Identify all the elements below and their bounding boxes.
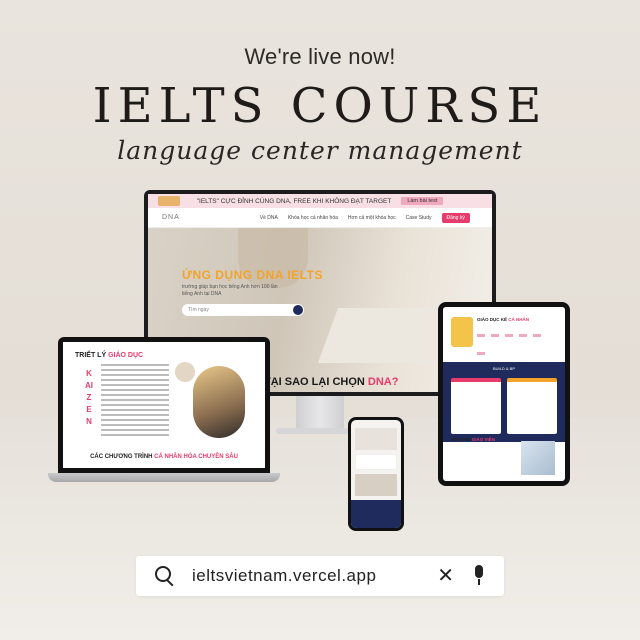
why-prefix: TẠI SAO LẠI CHỌN [264, 376, 368, 388]
tablet-top-prefix: GIÁO DỤC KẾ [477, 317, 509, 322]
page-subtitle: language center management [117, 136, 523, 165]
kaizen-vertical-word: KAIZEN [85, 369, 93, 426]
laptop-meeting-photo [193, 366, 245, 438]
laptop-programs-heading: CÁC CHƯƠNG TRÌNH CÁ NHÂN HÓA CHUYÊN SÂU [63, 454, 265, 460]
tablet-section-highlight: GIÁO VIÊN [471, 437, 495, 442]
headline: We're live now! [244, 44, 396, 69]
tablet-card-right[interactable] [507, 378, 557, 434]
hero-search-arrow-icon[interactable] [293, 305, 303, 315]
laptop-bottom-prefix: CÁC CHƯƠNG TRÌNH [90, 454, 155, 460]
phone-block-cards [355, 454, 397, 470]
nav-item-personalized-course[interactable]: Khóa học cá nhân hóa [288, 215, 338, 221]
page-title: IELTS COURSE [92, 78, 548, 134]
close-icon[interactable]: ✕ [437, 566, 454, 586]
monitor-promo-banner: "IELTS" CỰC ĐỈNH CÙNG DNA, FREE KHI KHÔN… [148, 194, 492, 208]
tablet-top-title: GIÁO DỤC KẾ CÁ NHÂN [477, 317, 529, 322]
hero-title: ỨNG DỤNG DNA IELTS [182, 268, 323, 282]
tablet-top-highlight: CÁ NHÂN [508, 317, 530, 322]
tablet-navy-band: BUILD & BP [443, 362, 565, 442]
nav-item-case-study[interactable]: Case Study [406, 215, 432, 221]
tablet-teacher-photo [521, 441, 555, 475]
phone-screen [351, 420, 401, 528]
url-search-bar[interactable]: ieltsvietnam.vercel.app ✕ [136, 556, 504, 596]
hero-search-input[interactable]: Tìm ngay [182, 304, 304, 316]
why-choose-heading: TẠI SAO LẠI CHỌN DNA? [264, 376, 398, 388]
register-button[interactable]: Đăng ký [441, 212, 470, 223]
hero-subtitle: trường giúp bạn học tiếng Anh hơn 100 lầ… [182, 284, 278, 297]
take-test-button[interactable]: Làm bài test [401, 197, 444, 205]
promo-logo-icon [158, 196, 180, 206]
phone-block-footer [351, 500, 401, 528]
phone-block-photo [355, 474, 397, 496]
tablet-feature-grid [477, 327, 557, 363]
laptop-small-photo [175, 362, 195, 382]
promo-text: "IELTS" CỰC ĐỈNH CÙNG DNA, FREE KHI KHÔN… [196, 197, 392, 205]
nav-item-more-than-course[interactable]: Hơn cả một khóa học [348, 215, 396, 221]
search-icon [154, 565, 176, 587]
tablet: GIÁO DỤC KẾ CÁ NHÂN BUILD & BP HỘI NHỮ G… [438, 302, 570, 486]
tablet-top-section: GIÁO DỤC KẾ CÁ NHÂN [443, 307, 565, 362]
tablet-teachers-heading: HỘI NHỮ GIÁO VIÊN [451, 437, 495, 442]
phone-block-header [355, 428, 397, 450]
laptop: TRIẾT LÝ GIÁO DỤC KAIZEN CÁC CHƯƠNG TRÌN… [58, 337, 270, 473]
monitor-stand [296, 396, 344, 430]
tablet-section-prefix: HỘI NHỮ [451, 437, 472, 442]
hero-search-placeholder: Tìm ngay [188, 307, 209, 313]
tablet-card-left[interactable] [451, 378, 501, 434]
microphone-icon[interactable] [472, 565, 486, 587]
tablet-illustration [451, 317, 473, 347]
why-highlight: DNA? [367, 376, 399, 388]
search-query[interactable]: ieltsvietnam.vercel.app [192, 566, 437, 586]
laptop-title-prefix: TRIẾT LÝ [75, 352, 109, 359]
laptop-bottom-highlight: CÁ NHÂN HÓA CHUYÊN SÂU [154, 454, 238, 460]
nav-item-about[interactable]: Về DNA [260, 215, 278, 221]
smartphone [348, 417, 404, 531]
laptop-section-title: TRIẾT LÝ GIÁO DỤC [75, 352, 143, 359]
laptop-keyboard-base [48, 473, 280, 482]
dna-logo[interactable]: DNA [162, 214, 180, 221]
laptop-title-highlight: GIÁO DỤC [108, 352, 144, 359]
monitor-navbar: DNA Về DNA Khóa học cá nhân hóa Hơn cả m… [148, 208, 492, 228]
laptop-screen: TRIẾT LÝ GIÁO DỤC KAIZEN CÁC CHƯƠNG TRÌN… [63, 342, 265, 468]
tablet-band-label: BUILD & BP [492, 366, 515, 371]
tablet-screen: GIÁO DỤC KẾ CÁ NHÂN BUILD & BP HỘI NHỮ G… [443, 307, 565, 481]
laptop-text-block [101, 364, 169, 439]
